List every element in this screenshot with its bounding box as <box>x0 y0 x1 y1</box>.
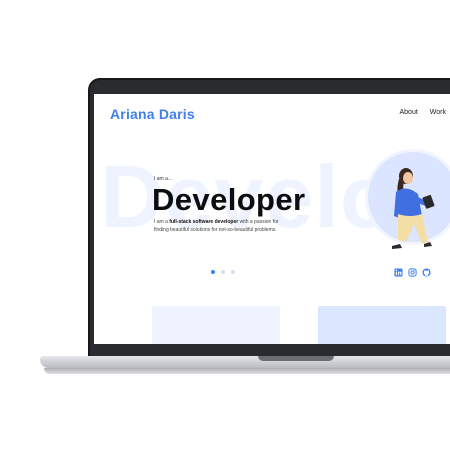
github-icon[interactable] <box>422 268 431 277</box>
brand-logo[interactable]: Ariana Daris <box>110 106 195 122</box>
developer-illustration <box>392 168 435 249</box>
social-links <box>394 268 431 277</box>
instagram-icon[interactable] <box>408 268 417 277</box>
carousel-dot-2[interactable] <box>221 270 225 274</box>
laptop-base-shadow <box>44 368 450 374</box>
linkedin-icon[interactable] <box>394 268 403 277</box>
laptop-screen: Develo Ariana Daris About Work I am a...… <box>94 94 450 344</box>
carousel-dots <box>211 270 235 274</box>
carousel-dot-1[interactable] <box>211 270 215 274</box>
laptop-hinge <box>258 356 334 361</box>
hero-headline: Developer <box>152 182 306 217</box>
project-card-1[interactable] <box>152 306 280 344</box>
intro-prefix: I am a <box>154 219 170 225</box>
top-nav: About Work <box>399 109 446 116</box>
carousel-dot-3[interactable] <box>231 270 235 274</box>
nav-link-work[interactable]: Work <box>430 109 446 116</box>
project-card-2[interactable] <box>318 306 446 344</box>
hero-intro: I am a full-stack software developer wit… <box>154 219 284 234</box>
intro-emphasis: full-stack software developer <box>169 219 239 225</box>
nav-link-about[interactable]: About <box>399 109 417 116</box>
laptop-base <box>40 356 450 368</box>
